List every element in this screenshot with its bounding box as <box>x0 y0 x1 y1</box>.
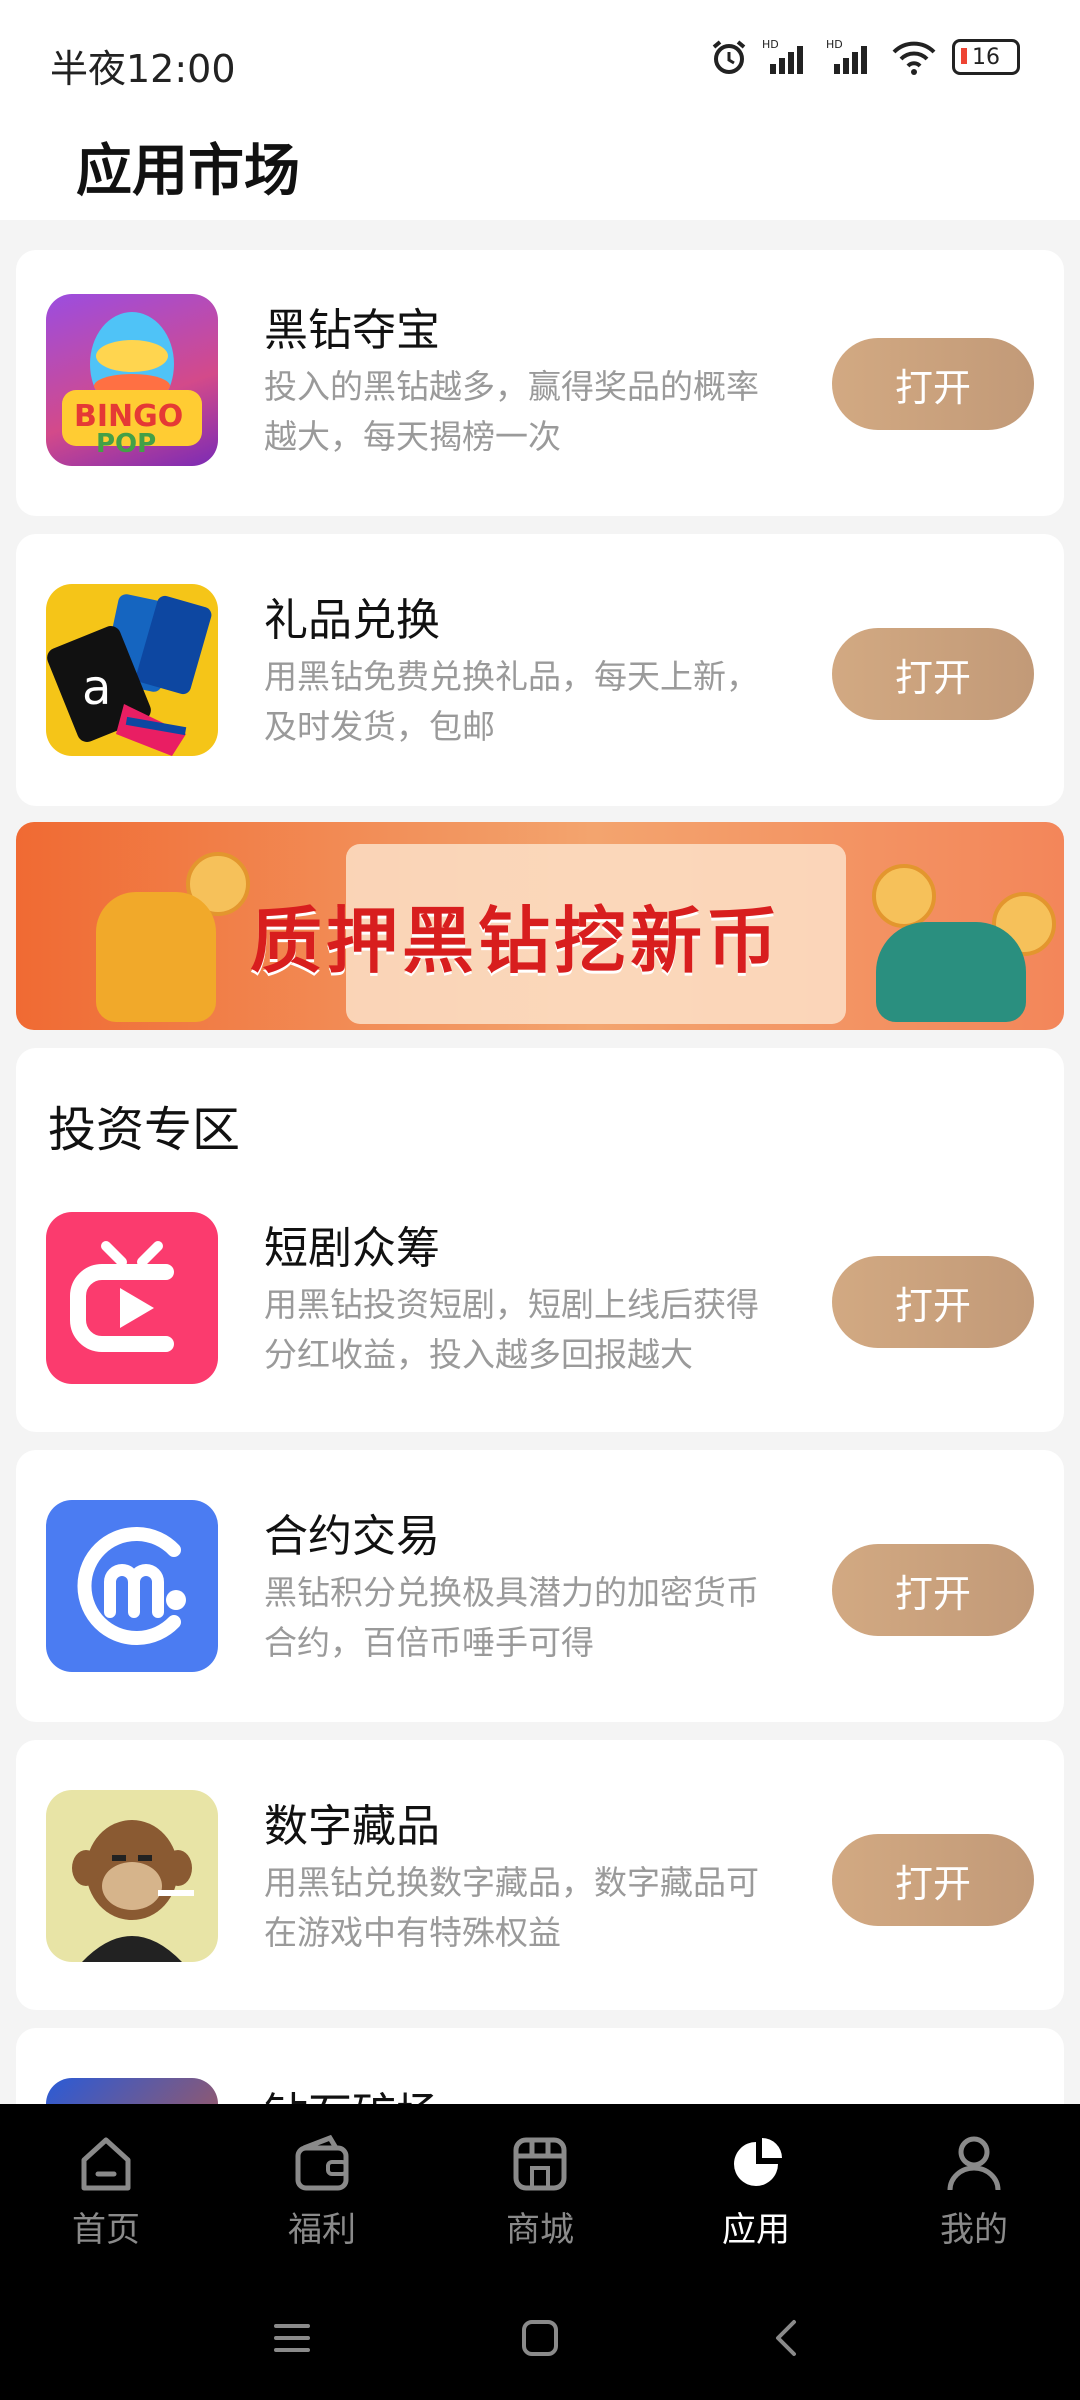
app-desc: 黑钻积分兑换极具潜力的加密货币合约，百倍币唾手可得 <box>264 1573 759 1662</box>
app-card: a 礼品兑换 用黑钻免费兑换礼品，每天上新，及时发货，包邮 打开 <box>16 534 1064 806</box>
app-desc: 用黑钻兑换数字藏品，数字藏品可在游戏中有特殊权益 <box>264 1863 759 1952</box>
app-title: 数字藏品 <box>264 1801 440 1852</box>
app-card: BINGO POP 黑钻夺宝 投入的黑钻越多，赢得奖品的概率越大，每天揭榜一次 … <box>16 250 1064 516</box>
nav-label: 应用 <box>722 2210 790 2250</box>
app-row-gift[interactable]: a 礼品兑换 用黑钻免费兑换礼品，每天上新，及时发货，包邮 打开 <box>16 584 1064 764</box>
status-time: 半夜12:00 <box>50 47 236 91</box>
page-header: 应用市场 <box>0 120 1080 220</box>
svg-text:HD: HD <box>762 38 779 51</box>
wifi-icon <box>892 41 936 75</box>
tv-play-icon[interactable] <box>46 1212 218 1384</box>
app-desc: 用黑钻免费兑换礼品，每天上新，及时发货，包邮 <box>264 657 759 746</box>
nav-item-apps[interactable]: 应用 <box>696 2132 816 2251</box>
svg-text:HD: HD <box>826 38 843 51</box>
bingo-pop-icon[interactable]: BINGO POP <box>46 294 218 466</box>
svg-text:POP: POP <box>96 429 156 459</box>
nav-item-welfare[interactable]: 福利 <box>262 2132 382 2251</box>
signal-icon-2: HD <box>826 38 867 74</box>
battery-icon: 16 <box>952 39 1020 75</box>
m-coin-icon[interactable] <box>46 1500 218 1672</box>
status-icons: HD HD 16 <box>710 38 1020 76</box>
coin-icon <box>872 864 936 928</box>
promo-banner[interactable]: 质押黑钻挖新币 <box>16 822 1064 1030</box>
page-title: 应用市场 <box>76 139 300 204</box>
open-button[interactable]: 打开 <box>832 1834 1034 1926</box>
home-square-icon[interactable] <box>510 2308 570 2368</box>
apps-pie-icon <box>734 2138 782 2186</box>
menu-icon[interactable] <box>262 2308 322 2368</box>
person-illustration <box>876 922 1026 1022</box>
system-nav-bar <box>0 2290 1080 2380</box>
app-title: 礼品兑换 <box>264 595 440 646</box>
user-icon <box>947 2136 1001 2191</box>
app-title: 黑钻夺宝 <box>264 305 440 356</box>
open-button[interactable]: 打开 <box>832 1256 1034 1348</box>
app-title: 短剧众筹 <box>264 1223 440 1274</box>
app-row-contract[interactable]: 合约交易 黑钻积分兑换极具潜力的加密货币合约，百倍币唾手可得 打开 <box>16 1500 1064 1680</box>
app-desc: 投入的黑钻越多，赢得奖品的概率越大，每天揭榜一次 <box>264 367 759 456</box>
app-row-nft[interactable]: 数字藏品 用黑钻兑换数字藏品，数字藏品可在游戏中有特殊权益 打开 <box>16 1790 1064 1970</box>
open-button[interactable]: 打开 <box>832 338 1034 430</box>
status-bar: 半夜12:00 HD HD 16 <box>0 0 1080 120</box>
nav-item-shop[interactable]: 商城 <box>480 2132 600 2251</box>
section-title: 投资专区 <box>48 1102 241 1158</box>
app-card: 数字藏品 用黑钻兑换数字藏品，数字藏品可在游戏中有特殊权益 打开 <box>16 1740 1064 2010</box>
shop-icon <box>513 2137 567 2191</box>
banner-text: 质押黑钻挖新币 <box>250 899 783 983</box>
invest-section: 投资专区 短剧众筹 用黑钻投资短剧，短剧上线后获得分红收益，投入越多回报越大 打… <box>16 1048 1064 1432</box>
nav-label: 福利 <box>288 2210 356 2250</box>
app-row-drama[interactable]: 短剧众筹 用黑钻投资短剧，短剧上线后获得分红收益，投入越多回报越大 打开 <box>16 1212 1064 1392</box>
nav-label: 我的 <box>940 2210 1008 2250</box>
nav-label: 商城 <box>506 2210 574 2250</box>
open-button[interactable]: 打开 <box>832 1544 1034 1636</box>
app-row-treasure[interactable]: BINGO POP 黑钻夺宝 投入的黑钻越多，赢得奖品的概率越大，每天揭榜一次 … <box>16 294 1064 474</box>
gift-cards-icon[interactable]: a <box>46 584 218 756</box>
open-button[interactable]: 打开 <box>832 628 1034 720</box>
nav-label: 首页 <box>72 2210 140 2250</box>
app-title: 合约交易 <box>264 1511 440 1562</box>
battery-level: 16 <box>972 44 1000 70</box>
home-icon <box>81 2137 131 2191</box>
app-desc: 用黑钻投资短剧，短剧上线后获得分红收益，投入越多回报越大 <box>264 1285 759 1374</box>
alarm-icon <box>712 40 746 74</box>
back-icon[interactable] <box>758 2308 818 2368</box>
ape-nft-icon[interactable] <box>46 1790 218 1962</box>
wallet-icon <box>295 2134 349 2191</box>
nav-item-home[interactable]: 首页 <box>46 2132 166 2251</box>
svg-text:a: a <box>82 660 111 716</box>
person-illustration <box>96 892 216 1022</box>
signal-icon: HD <box>762 38 803 74</box>
app-card: 合约交易 黑钻积分兑换极具潜力的加密货币合约，百倍币唾手可得 打开 <box>16 1450 1064 1722</box>
nav-item-mine[interactable]: 我的 <box>914 2132 1034 2251</box>
